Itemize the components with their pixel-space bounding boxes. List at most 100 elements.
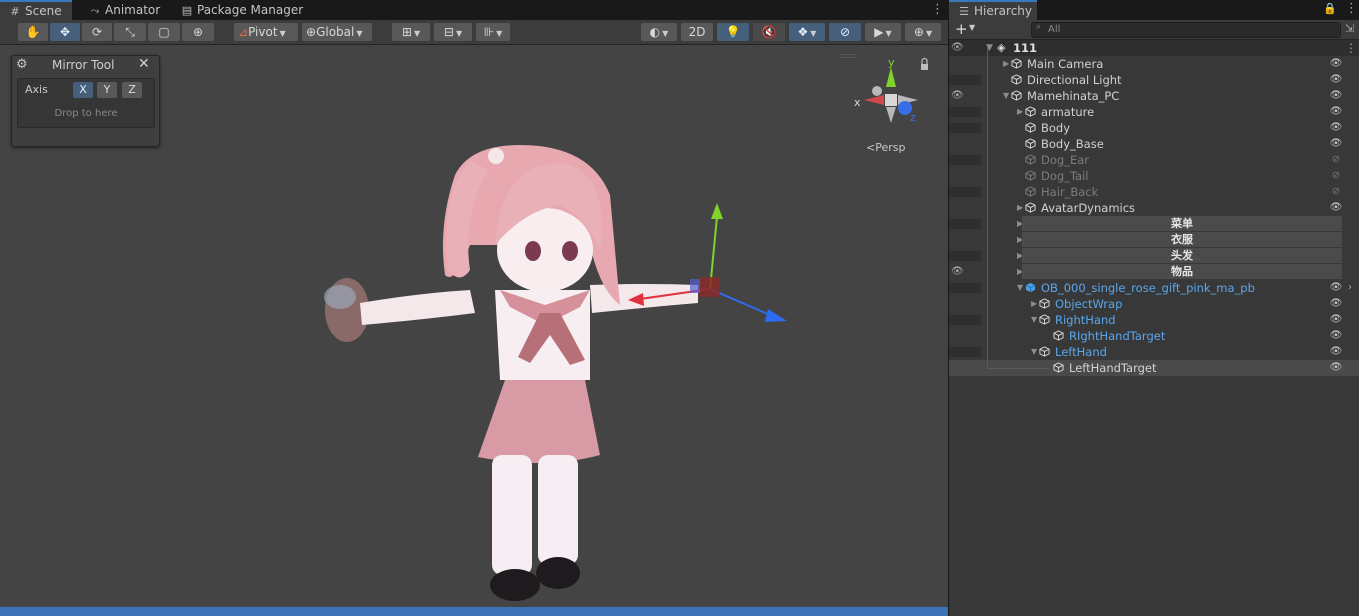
- hierarchy-item[interactable]: ▼ Mamehinata_PC 👁 👁: [949, 88, 1359, 104]
- visibility-eye-icon[interactable]: 👁: [1329, 360, 1343, 376]
- gizmo-plane-handle[interactable]: [690, 279, 700, 293]
- hierarchy-item[interactable]: Dog_Ear ⊘: [949, 152, 1359, 168]
- prefab-open-icon[interactable]: ›: [1348, 280, 1352, 296]
- resize-grip[interactable]: [840, 54, 856, 55]
- scene-header-row[interactable]: 👁 ▼ ◈ 111 ⋮: [949, 40, 1359, 56]
- visibility-eye-icon[interactable]: 👁: [1329, 200, 1343, 216]
- hierarchy-item[interactable]: ▼ RightHand 👁: [949, 312, 1359, 328]
- visibility-eye-icon[interactable]: 👁: [1329, 104, 1343, 120]
- visibility-gutter[interactable]: [949, 283, 981, 293]
- grid-snap-dropdown[interactable]: ⊞ ▼: [392, 23, 430, 41]
- chevron-right-icon[interactable]: ▶: [1017, 200, 1023, 216]
- persp-toggle[interactable]: <Persp: [866, 141, 905, 154]
- draw-mode-dropdown[interactable]: ◐ ▼: [641, 23, 677, 41]
- visibility-gutter[interactable]: [949, 155, 981, 165]
- move-tool-button[interactable]: ✥: [50, 23, 80, 41]
- hidden-eye-icon[interactable]: ⊘: [1329, 168, 1343, 184]
- axis-x-button[interactable]: X: [73, 82, 93, 98]
- pivot-dropdown[interactable]: ⊿Pivot ▼: [234, 23, 298, 41]
- chevron-down-icon[interactable]: ▼: [1017, 280, 1023, 296]
- hierarchy-item[interactable]: ▶ Main Camera 👁: [949, 56, 1359, 72]
- hierarchy-item[interactable]: RIghtHandTarget 👁: [949, 328, 1359, 344]
- hierarchy-item[interactable]: ▼ OB_000_single_rose_gift_pink_ma_pb 👁 ›: [949, 280, 1359, 296]
- tab-package-manager[interactable]: ▤ Package Manager: [172, 0, 312, 20]
- visibility-gutter[interactable]: [949, 123, 981, 133]
- visibility-eye-icon[interactable]: 👁: [1329, 88, 1343, 104]
- grid-toggle-dropdown[interactable]: ⊟ ▼: [434, 23, 472, 41]
- hierarchy-item[interactable]: ▼ LeftHand 👁: [949, 344, 1359, 360]
- chevron-right-icon[interactable]: ▶: [1003, 56, 1009, 72]
- search-input[interactable]: ⌕ All: [1031, 22, 1341, 38]
- hierarchy-item[interactable]: ▶ ObjectWrap 👁: [949, 296, 1359, 312]
- hierarchy-list[interactable]: 👁 ▼ ◈ 111 ⋮ ▶ Main Camera 👁 Directional Lig…: [949, 40, 1359, 616]
- chevron-right-icon[interactable]: ▶: [1017, 104, 1023, 120]
- visibility-gutter[interactable]: [949, 75, 981, 85]
- hierarchy-item[interactable]: Body_Base 👁: [949, 136, 1359, 152]
- visibility-eye-icon[interactable]: 👁: [1329, 344, 1343, 360]
- lighting-toggle-button[interactable]: 💡: [717, 23, 749, 41]
- visibility-gutter[interactable]: [949, 107, 981, 117]
- lock-icon[interactable]: [921, 57, 928, 71]
- scene-visibility-icon[interactable]: 👁: [951, 88, 964, 104]
- visibility-eye-icon[interactable]: 👁: [1329, 120, 1343, 136]
- scene-visibility-icon[interactable]: 👁: [951, 264, 964, 280]
- 2d-toggle-button[interactable]: 2D: [681, 23, 713, 41]
- hierarchy-item[interactable]: ▶ AvatarDynamics 👁: [949, 200, 1359, 216]
- audio-toggle-button[interactable]: 🔇: [753, 23, 785, 41]
- mirror-tool-panel[interactable]: ⚙ Mirror Tool ✕ Axis X Y Z Drop to here: [11, 55, 160, 147]
- search-filter-icon[interactable]: ⇲: [1345, 22, 1354, 35]
- hierarchy-item[interactable]: Body 👁: [949, 120, 1359, 136]
- hierarchy-separator-row[interactable]: ▶ 物品 👁: [949, 264, 1359, 280]
- lock-icon[interactable]: 🔒: [1323, 2, 1337, 15]
- visibility-toggle-button[interactable]: ⊘: [829, 23, 861, 41]
- rotate-tool-button[interactable]: ⟳: [82, 23, 112, 41]
- gear-icon[interactable]: ⚙: [16, 57, 28, 72]
- global-dropdown[interactable]: ⊕Global ▼: [302, 23, 372, 41]
- hierarchy-separator-row[interactable]: ▶ 衣服: [949, 232, 1359, 248]
- gizmos-dropdown[interactable]: ⊕ ▼: [905, 23, 941, 41]
- hierarchy-separator-row[interactable]: ▶ 头发: [949, 248, 1359, 264]
- visibility-eye-icon[interactable]: 👁: [1329, 296, 1343, 312]
- visibility-gutter[interactable]: [949, 219, 981, 229]
- visibility-gutter[interactable]: [949, 347, 981, 357]
- hand-tool-button[interactable]: ✋: [18, 23, 48, 41]
- hierarchy-item[interactable]: ▶ armature 👁: [949, 104, 1359, 120]
- chevron-down-icon[interactable]: ▼: [1031, 344, 1037, 360]
- hidden-eye-icon[interactable]: ⊘: [1329, 152, 1343, 168]
- hierarchy-item[interactable]: Hair_Back ⊘: [949, 184, 1359, 200]
- visibility-gutter[interactable]: [949, 251, 981, 261]
- visibility-gutter[interactable]: [949, 315, 981, 325]
- visibility-eye-icon[interactable]: 👁: [951, 40, 964, 56]
- gizmo-y-arrow-head[interactable]: [711, 203, 723, 219]
- hierarchy-menu-icon[interactable]: ⋮: [1345, 1, 1358, 16]
- close-icon[interactable]: ✕: [138, 56, 150, 72]
- drop-zone[interactable]: Drop to here: [18, 108, 154, 119]
- visibility-eye-icon[interactable]: 👁: [1329, 280, 1343, 296]
- camera-dropdown[interactable]: ▶ ▼: [865, 23, 901, 41]
- orientation-y-cone[interactable]: [886, 67, 896, 87]
- chevron-down-icon[interactable]: ▼: [969, 23, 975, 32]
- visibility-eye-icon[interactable]: 👁: [1329, 72, 1343, 88]
- orientation-cube[interactable]: [885, 94, 897, 106]
- hierarchy-item[interactable]: Dog_Tail ⊘: [949, 168, 1359, 184]
- visibility-eye-icon[interactable]: 👁: [1329, 56, 1343, 72]
- scene-menu-icon[interactable]: ⋮: [931, 0, 944, 20]
- gizmo-center-handle[interactable]: [700, 277, 720, 297]
- mirror-tool-header[interactable]: ⚙ Mirror Tool ✕: [12, 56, 159, 76]
- scene-menu-icon[interactable]: ⋮: [1345, 40, 1357, 56]
- tab-scene[interactable]: # Scene: [0, 0, 72, 20]
- visibility-gutter[interactable]: [949, 187, 981, 197]
- orientation-x-cone[interactable]: [864, 95, 884, 105]
- tab-animator[interactable]: ⤳ Animator: [80, 0, 170, 20]
- tab-hierarchy[interactable]: ☰ Hierarchy: [949, 0, 1037, 20]
- orientation-neg-z-cone[interactable]: [872, 86, 882, 96]
- rect-tool-button[interactable]: ▢: [148, 23, 180, 41]
- hidden-eye-icon[interactable]: ⊘: [1329, 184, 1343, 200]
- chevron-down-icon[interactable]: ▼: [1003, 88, 1009, 104]
- chevron-down-icon[interactable]: ▼: [1031, 312, 1037, 328]
- visibility-eye-icon[interactable]: 👁: [1329, 328, 1343, 344]
- effects-dropdown[interactable]: ❖ ▼: [789, 23, 825, 41]
- avatar-character[interactable]: [324, 145, 698, 601]
- scale-tool-button[interactable]: ⤡: [114, 23, 146, 41]
- chevron-right-icon[interactable]: ▶: [1031, 296, 1037, 312]
